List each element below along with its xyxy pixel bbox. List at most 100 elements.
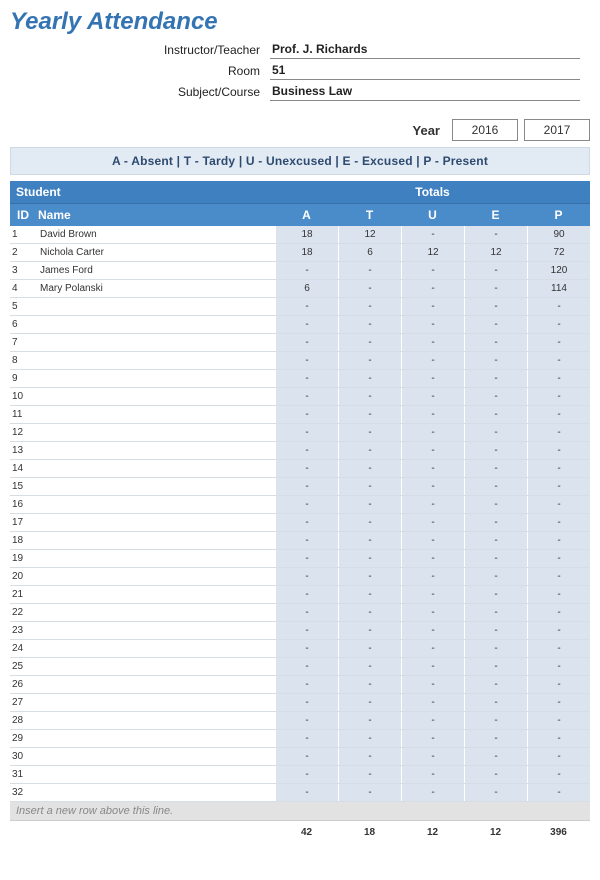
cell-name[interactable]: Nichola Carter — [36, 247, 275, 258]
table-row[interactable]: 3James Ford----120 — [10, 262, 590, 280]
cell-a: - — [275, 424, 338, 441]
table-row[interactable]: 19----- — [10, 550, 590, 568]
cell-id: 18 — [10, 535, 36, 546]
cell-t: - — [338, 766, 401, 783]
cell-p: 120 — [527, 262, 590, 279]
cell-u: - — [401, 298, 464, 315]
cell-t: - — [338, 622, 401, 639]
cell-name[interactable]: Mary Polanski — [36, 283, 275, 294]
cell-e: - — [464, 370, 527, 387]
cell-t: - — [338, 568, 401, 585]
table-row[interactable]: 9----- — [10, 370, 590, 388]
table-row[interactable]: 26----- — [10, 676, 590, 694]
table-row[interactable]: 15----- — [10, 478, 590, 496]
table-row[interactable]: 23----- — [10, 622, 590, 640]
cell-id: 31 — [10, 769, 36, 780]
cell-a: - — [275, 766, 338, 783]
table-row[interactable]: 8----- — [10, 352, 590, 370]
cell-u: - — [401, 460, 464, 477]
cell-u: - — [401, 406, 464, 423]
cell-name[interactable]: David Brown — [36, 229, 275, 240]
table-row[interactable]: 29----- — [10, 730, 590, 748]
cell-t: - — [338, 676, 401, 693]
cell-a: 18 — [275, 226, 338, 243]
cell-p: - — [527, 766, 590, 783]
cell-p: - — [527, 658, 590, 675]
cell-a: - — [275, 730, 338, 747]
cell-t: - — [338, 406, 401, 423]
table-row[interactable]: 28----- — [10, 712, 590, 730]
year-button-2017[interactable]: 2017 — [524, 119, 590, 141]
table-row[interactable]: 1David Brown1812--90 — [10, 226, 590, 244]
cell-p: - — [527, 550, 590, 567]
table-row[interactable]: 21----- — [10, 586, 590, 604]
cell-p: - — [527, 370, 590, 387]
cell-e: - — [464, 496, 527, 513]
cell-p: - — [527, 334, 590, 351]
cell-t: - — [338, 532, 401, 549]
table-row[interactable]: 18----- — [10, 532, 590, 550]
table-row[interactable]: 13----- — [10, 442, 590, 460]
year-button-2016[interactable]: 2016 — [452, 119, 518, 141]
cell-a: - — [275, 388, 338, 405]
cell-t: - — [338, 694, 401, 711]
table-row[interactable]: 31----- — [10, 766, 590, 784]
cell-id: 4 — [10, 283, 36, 294]
table-row[interactable]: 4Mary Polanski6---114 — [10, 280, 590, 298]
table-row[interactable]: 25----- — [10, 658, 590, 676]
cell-a: - — [275, 676, 338, 693]
cell-e: - — [464, 640, 527, 657]
cell-p: - — [527, 352, 590, 369]
table-row[interactable]: 12----- — [10, 424, 590, 442]
cell-a: - — [275, 262, 338, 279]
table-row[interactable]: 6----- — [10, 316, 590, 334]
cell-e: - — [464, 316, 527, 333]
table-row[interactable]: 20----- — [10, 568, 590, 586]
table-row[interactable]: 17----- — [10, 514, 590, 532]
total-a: 42 — [275, 823, 338, 842]
table-row[interactable]: 32----- — [10, 784, 590, 802]
cell-e: - — [464, 460, 527, 477]
table-row[interactable]: 24----- — [10, 640, 590, 658]
table-row[interactable]: 10----- — [10, 388, 590, 406]
cell-u: - — [401, 226, 464, 243]
cell-u: - — [401, 766, 464, 783]
cell-a: 18 — [275, 244, 338, 261]
header-p: P — [527, 204, 590, 226]
insert-row-hint[interactable]: Insert a new row above this line. — [10, 802, 590, 821]
cell-u: - — [401, 370, 464, 387]
cell-id: 8 — [10, 355, 36, 366]
table-row[interactable]: 27----- — [10, 694, 590, 712]
table-row[interactable]: 7----- — [10, 334, 590, 352]
table-row[interactable]: 2Nichola Carter186121272 — [10, 244, 590, 262]
instructor-input[interactable]: Prof. J. Richards — [270, 40, 580, 59]
header-a: A — [275, 204, 338, 226]
table-row[interactable]: 16----- — [10, 496, 590, 514]
cell-e: - — [464, 406, 527, 423]
cell-name[interactable]: James Ford — [36, 265, 275, 276]
table-row[interactable]: 14----- — [10, 460, 590, 478]
cell-e: - — [464, 586, 527, 603]
cell-u: - — [401, 550, 464, 567]
cell-id: 14 — [10, 463, 36, 474]
cell-e: - — [464, 604, 527, 621]
cell-t: - — [338, 334, 401, 351]
header-e: E — [464, 204, 527, 226]
cell-t: - — [338, 514, 401, 531]
cell-p: - — [527, 496, 590, 513]
instructor-label: Instructor/Teacher — [70, 43, 270, 59]
cell-a: - — [275, 334, 338, 351]
room-input[interactable]: 51 — [270, 61, 580, 80]
table-row[interactable]: 11----- — [10, 406, 590, 424]
table-row[interactable]: 30----- — [10, 748, 590, 766]
cell-t: - — [338, 352, 401, 369]
table-row[interactable]: 22----- — [10, 604, 590, 622]
cell-p: - — [527, 460, 590, 477]
cell-u: - — [401, 442, 464, 459]
cell-t: - — [338, 586, 401, 603]
cell-p: - — [527, 478, 590, 495]
table-row[interactable]: 5----- — [10, 298, 590, 316]
cell-p: - — [527, 514, 590, 531]
cell-t: - — [338, 658, 401, 675]
subject-input[interactable]: Business Law — [270, 82, 580, 101]
